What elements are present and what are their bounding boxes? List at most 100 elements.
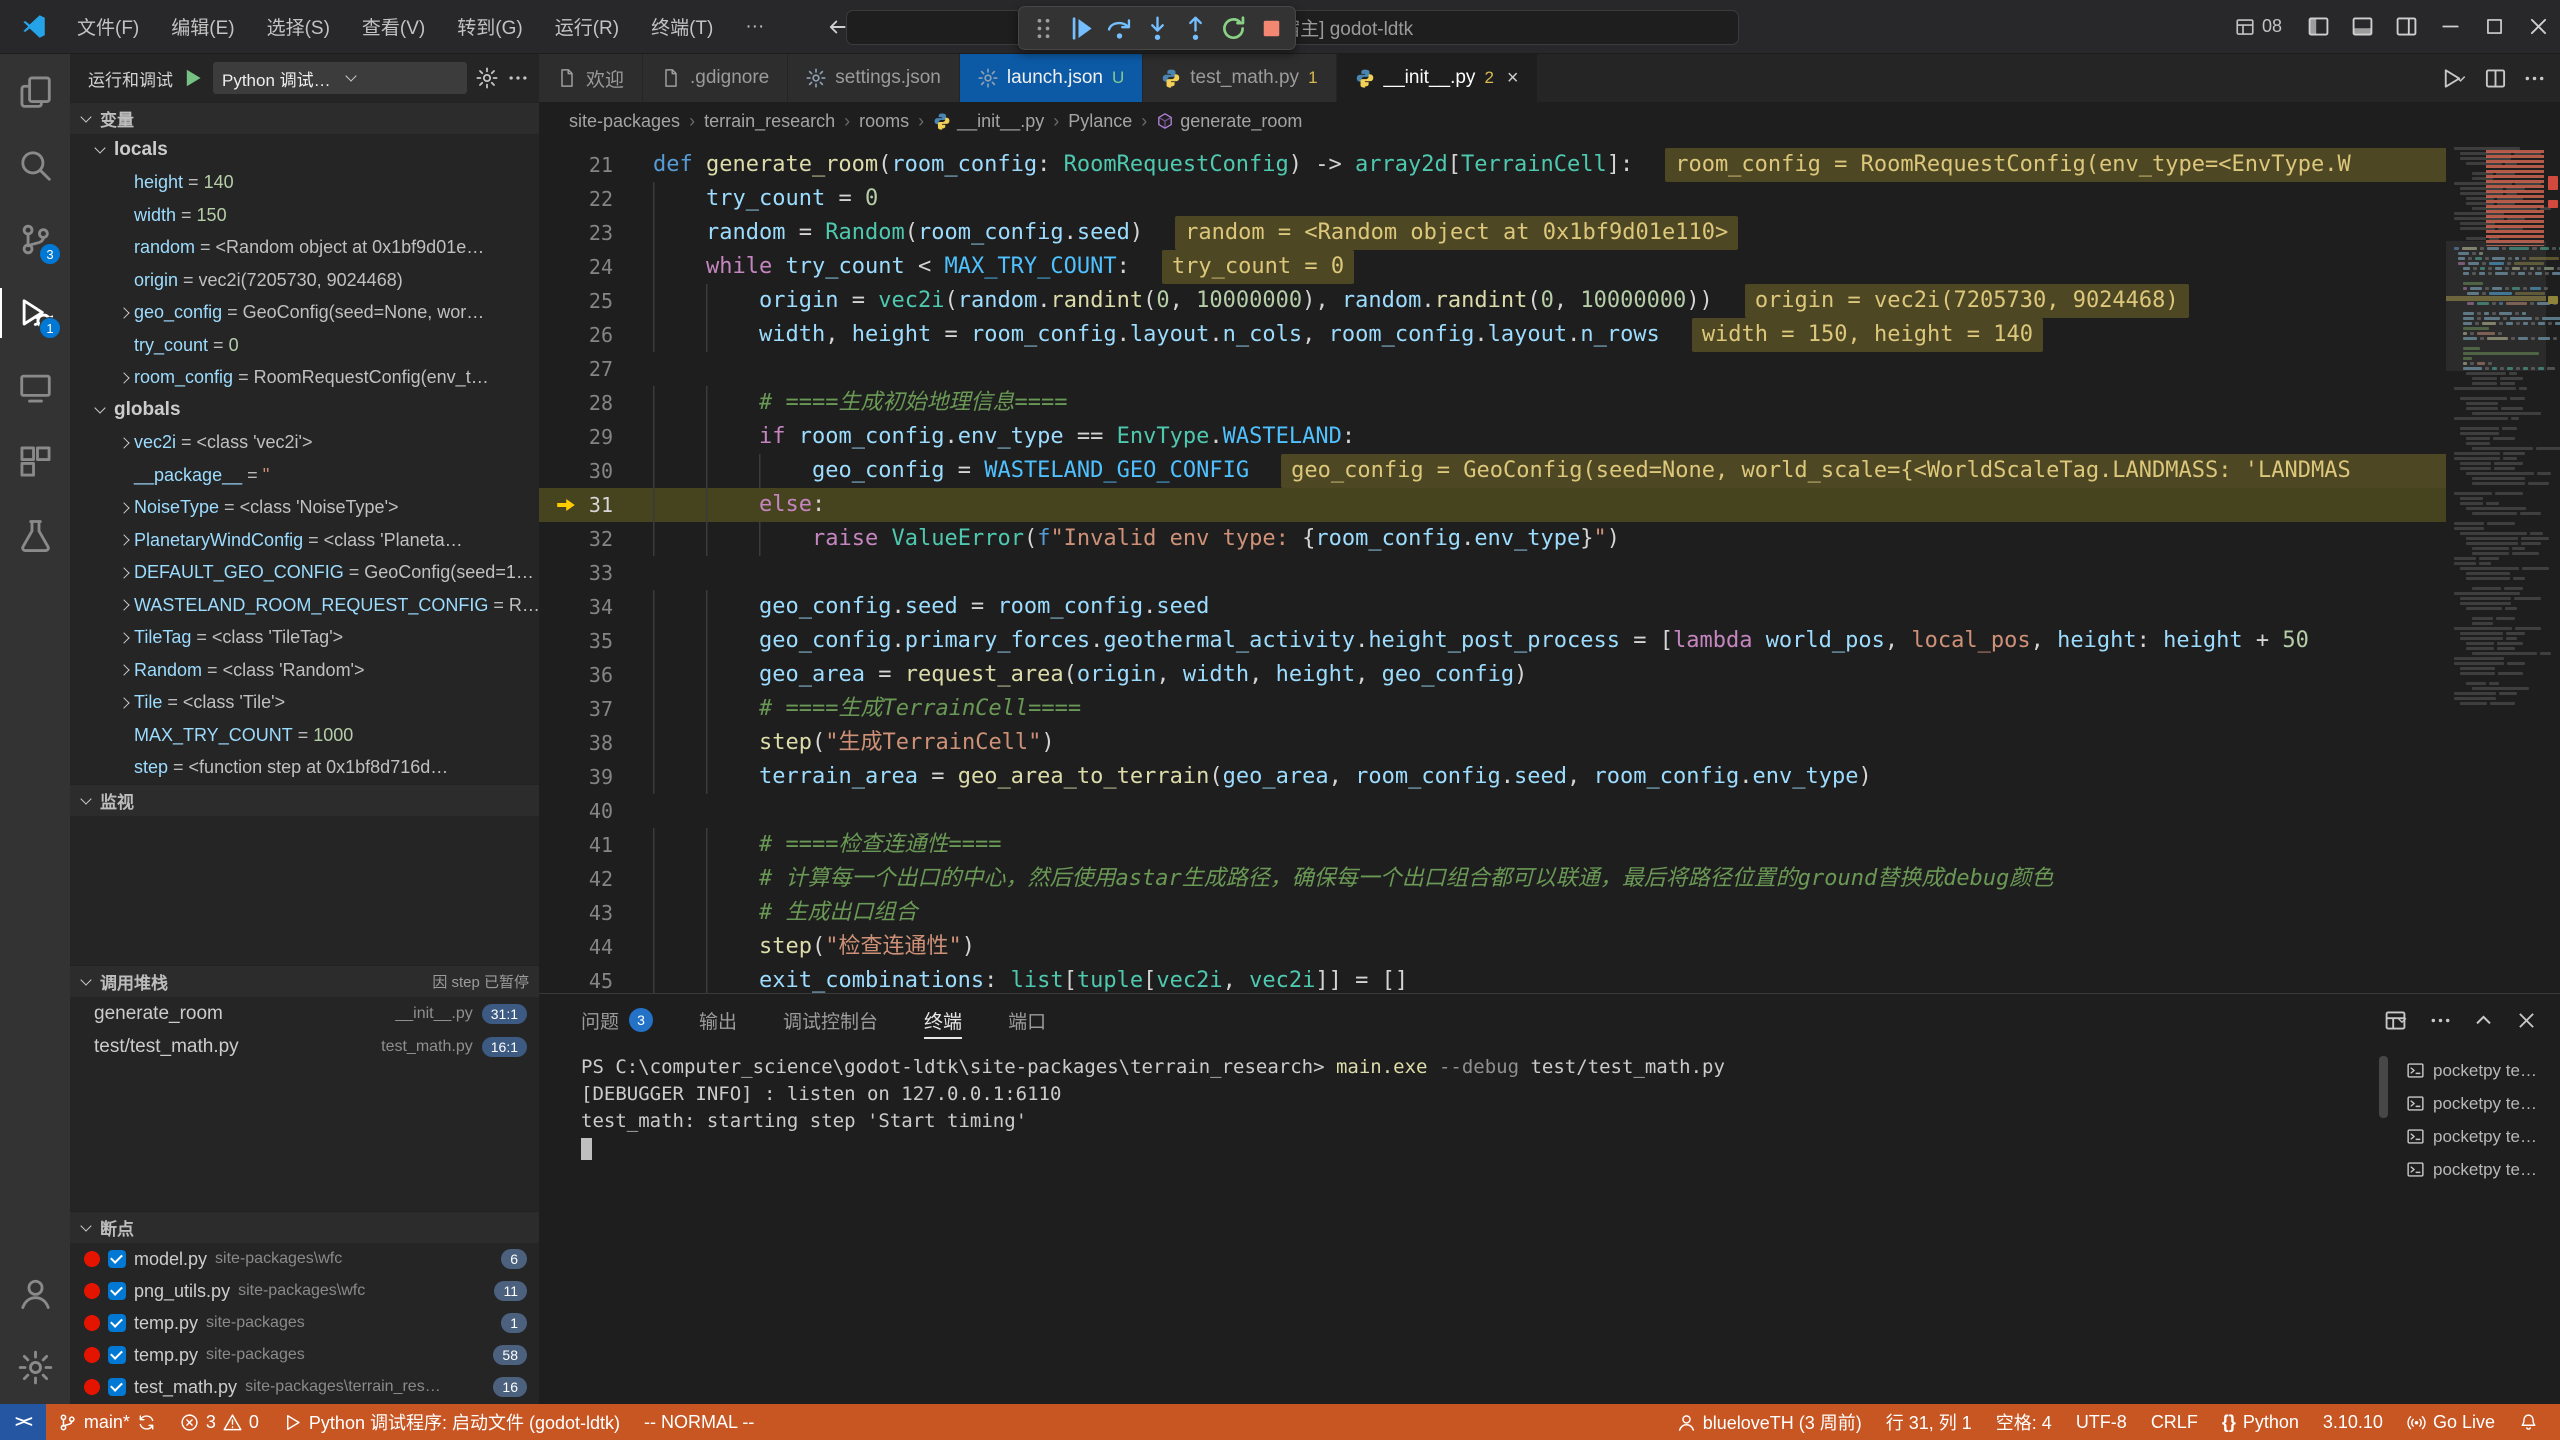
menu-item[interactable]: 编辑(E): [155, 9, 250, 45]
breadcrumb-item[interactable]: site-packages: [569, 111, 680, 132]
activity-remote-explorer[interactable]: [0, 350, 70, 424]
timer-widget[interactable]: 08: [2221, 16, 2296, 37]
code-line-25[interactable]: 25origin = vec2i(random.randint(0, 10000…: [539, 284, 2560, 318]
panel-tab-终端[interactable]: 终端: [924, 994, 962, 1046]
variable-row[interactable]: WASTELAND_ROOM_REQUEST_CONFIG = RoomR…: [70, 589, 539, 622]
terminal-instance[interactable]: pocketpy te…: [2396, 1153, 2560, 1186]
terminal-instance[interactable]: pocketpy te…: [2396, 1087, 2560, 1120]
code-line-34[interactable]: 34geo_config.seed = room_config.seed: [539, 590, 2560, 624]
section-header-watch[interactable]: 监视: [70, 784, 539, 816]
status-git-branch[interactable]: main*: [46, 1404, 168, 1440]
code-line-39[interactable]: 39terrain_area = geo_area_to_terrain(geo…: [539, 760, 2560, 794]
variable-row[interactable]: geo_config = GeoConfig(seed=None, wor…: [70, 297, 539, 330]
activity-explorer[interactable]: [0, 54, 70, 128]
status-eol[interactable]: CRLF: [2139, 1404, 2210, 1440]
variable-row[interactable]: width = 150: [70, 199, 539, 232]
toggle-sidebar-icon[interactable]: [2296, 0, 2340, 53]
breakpoint-row[interactable]: model.pysite-packages\wfc6: [70, 1243, 539, 1275]
section-header-breakpoints[interactable]: 断点: [70, 1211, 539, 1243]
section-header-callstack[interactable]: 调用堆栈因 step 已暂停: [70, 965, 539, 997]
debug-config-select[interactable]: Python 调试程序: 启: [213, 62, 467, 94]
status-cursor-position[interactable]: 行 31, 列 1: [1874, 1404, 1984, 1440]
tab-launch.json[interactable]: launch.jsonU: [960, 54, 1143, 102]
menu-item[interactable]: 转到(G): [441, 9, 538, 45]
code-line-37[interactable]: 37# ====生成TerrainCell====: [539, 692, 2560, 726]
variable-row[interactable]: TileTag = <class 'TileTag'>: [70, 622, 539, 655]
activity-testing[interactable]: [0, 498, 70, 572]
code-line-32[interactable]: 32raise ValueError(f"Invalid env type: {…: [539, 522, 2560, 556]
breakpoint-checkbox[interactable]: [108, 1250, 126, 1268]
section-header-variables[interactable]: 变量: [70, 102, 539, 134]
activity-search[interactable]: [0, 128, 70, 202]
minimap[interactable]: [2446, 140, 2560, 993]
code-line-21[interactable]: 21def generate_room(room_config: RoomReq…: [539, 148, 2560, 182]
variable-row[interactable]: step = <function step at 0x1bf8d716d…: [70, 752, 539, 785]
breakpoint-row[interactable]: temp.pysite-packages58: [70, 1339, 539, 1371]
scope-locals[interactable]: locals: [70, 134, 539, 167]
gear-icon[interactable]: [476, 67, 498, 89]
code-line-26[interactable]: 26width, height = room_config.layout.n_c…: [539, 318, 2560, 352]
panel-tab-调试控制台[interactable]: 调试控制台: [783, 994, 878, 1046]
breakpoint-row[interactable]: temp.pysite-packages1: [70, 1307, 539, 1339]
toggle-secondary-sidebar-icon[interactable]: [2384, 0, 2428, 53]
maximize-panel-icon[interactable]: [2472, 1009, 2495, 1032]
variable-row[interactable]: DEFAULT_GEO_CONFIG = GeoConfig(seed=1…: [70, 557, 539, 590]
run-python-file-button[interactable]: [2440, 67, 2468, 90]
status-remote-indicator[interactable]: ><: [0, 1404, 46, 1440]
breadcrumb-item[interactable]: rooms: [859, 111, 909, 132]
breakpoint-checkbox[interactable]: [108, 1282, 126, 1300]
status-debug-configuration[interactable]: Python 调试程序: 启动文件 (godot-ldtk): [271, 1404, 632, 1440]
terminal-instance[interactable]: pocketpy te…: [2396, 1120, 2560, 1153]
code-line-36[interactable]: 36geo_area = request_area(origin, width,…: [539, 658, 2560, 692]
menu-item[interactable]: 查看(V): [346, 9, 441, 45]
variable-row[interactable]: PlanetaryWindConfig = <class 'Planeta…: [70, 524, 539, 557]
tab-.gdignore[interactable]: .gdignore: [643, 54, 788, 102]
code-line-27[interactable]: 27: [539, 352, 2560, 386]
code-line-42[interactable]: 42# 计算每一个出口的中心，然后使用astar生成路径，确保每一个出口组合都可…: [539, 862, 2560, 896]
panel-tab-端口[interactable]: 端口: [1008, 994, 1046, 1046]
terminal-scrollbar[interactable]: [2379, 1056, 2388, 1118]
code-line-35[interactable]: 35geo_config.primary_forces.geothermal_a…: [539, 624, 2560, 658]
stack-frame[interactable]: generate_room__init__.py31:1: [70, 997, 539, 1030]
more-icon[interactable]: [2429, 1009, 2452, 1032]
status-indentation[interactable]: 空格: 4: [1984, 1404, 2064, 1440]
debug-stop-button[interactable]: [1253, 10, 1289, 46]
minimap-viewport[interactable]: [2446, 241, 2546, 371]
status-vim-mode[interactable]: -- NORMAL --: [632, 1404, 766, 1440]
panel-layout-button[interactable]: [2384, 1009, 2409, 1032]
close-icon[interactable]: ×: [1507, 67, 1519, 90]
variable-row[interactable]: Tile = <class 'Tile'>: [70, 687, 539, 720]
tab-欢迎[interactable]: 欢迎: [539, 54, 643, 102]
breadcrumb-item[interactable]: terrain_research: [704, 111, 835, 132]
start-debugging-icon[interactable]: [182, 67, 204, 89]
code-line-43[interactable]: 43# 生成出口组合: [539, 896, 2560, 930]
panel-tab-问题[interactable]: 问题3: [581, 994, 653, 1046]
code-line-41[interactable]: 41# ====检查连通性====: [539, 828, 2560, 862]
breakpoint-row[interactable]: png_utils.pysite-packages\wfc11: [70, 1275, 539, 1307]
tab-test_math.py[interactable]: test_math.py1: [1143, 54, 1336, 102]
terminal-instance[interactable]: pocketpy te…: [2396, 1054, 2560, 1087]
more-icon[interactable]: [507, 67, 529, 89]
breakpoint-checkbox[interactable]: [108, 1346, 126, 1364]
activity-run-and-debug[interactable]: 1: [0, 276, 70, 350]
status-problems[interactable]: 30: [168, 1404, 271, 1440]
code-line-33[interactable]: 33: [539, 556, 2560, 590]
status-encoding[interactable]: UTF-8: [2064, 1404, 2139, 1440]
status-python-version[interactable]: 3.10.10: [2311, 1404, 2395, 1440]
close-window-icon[interactable]: [2516, 0, 2560, 53]
code-line-44[interactable]: 44step("检查连通性"): [539, 930, 2560, 964]
breadcrumb-item[interactable]: __init__.py: [933, 111, 1044, 132]
breakpoint-row[interactable]: test_math.pysite-packages\terrain_res…16: [70, 1371, 539, 1403]
tab-settings.json[interactable]: settings.json: [788, 54, 960, 102]
debug-step-out-button[interactable]: [1177, 10, 1213, 46]
debug-drag-handle-button[interactable]: [1025, 10, 1061, 46]
terminal[interactable]: PS C:\computer_science\godot-ldtk\site-p…: [539, 1046, 2396, 1404]
minimize-icon[interactable]: [2428, 0, 2472, 53]
tab-__init__.py[interactable]: __init__.py2×: [1337, 54, 1538, 102]
code-line-45[interactable]: 45exit_combinations: list[tuple[vec2i, v…: [539, 964, 2560, 993]
breadcrumb-item[interactable]: Pylance: [1068, 111, 1132, 132]
debug-restart-button[interactable]: [1215, 10, 1251, 46]
debug-step-over-button[interactable]: [1101, 10, 1137, 46]
close-panel-icon[interactable]: [2515, 1009, 2538, 1032]
code-line-38[interactable]: 38step("生成TerrainCell"): [539, 726, 2560, 760]
